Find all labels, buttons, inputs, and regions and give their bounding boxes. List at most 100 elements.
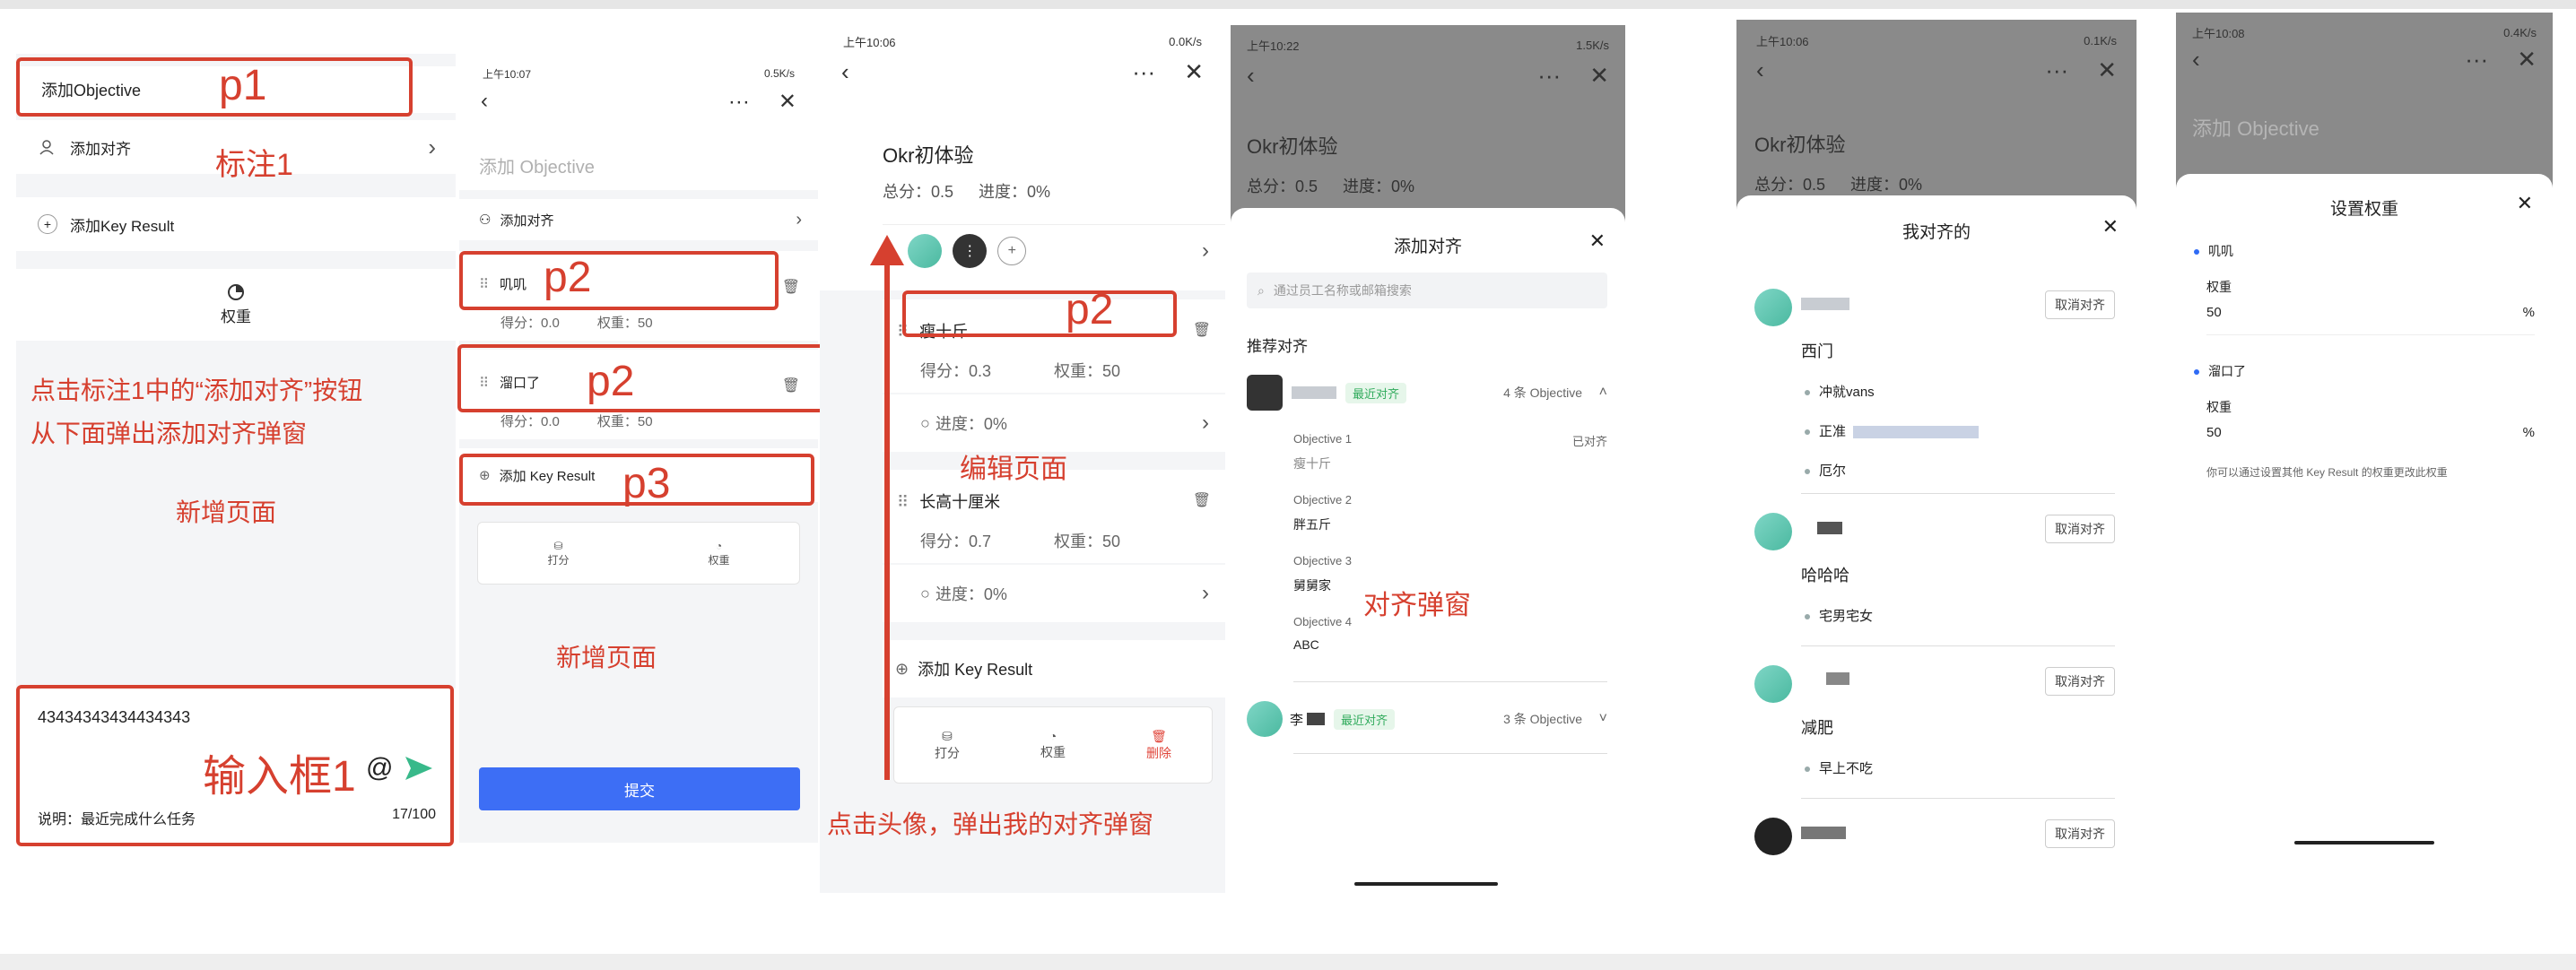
dimmed-background: 上午10:22 1.5K/s ‹ ··· ✕ Okr初体验 总分：0.5 进度：0% xyxy=(1231,25,1625,231)
weight-value[interactable]: 50 xyxy=(2206,425,2222,440)
kr2-weight-input[interactable]: 50 % xyxy=(2206,425,2535,455)
plus-circle-icon: + xyxy=(38,214,57,234)
more-avatar-icon[interactable]: ⋮ xyxy=(953,233,988,268)
progress: 进度：0% xyxy=(1343,178,1415,195)
more-icon[interactable]: ··· xyxy=(1132,58,1155,85)
close-icon[interactable]: ✕ xyxy=(2517,46,2537,73)
status-bar: 上午10:22 1.5K/s xyxy=(1231,25,1625,53)
aligned-avatar[interactable] xyxy=(908,233,943,268)
chevron-down-icon[interactable]: ˅ xyxy=(1599,711,1607,727)
close-icon[interactable]: ✕ xyxy=(2102,215,2119,238)
progress-circle-icon: ○ xyxy=(920,584,930,602)
kr2-progress-row[interactable]: ○ 进度：0% › xyxy=(883,565,1225,622)
user-row-2[interactable]: 李 最近对齐 3 条 Objective ˅ xyxy=(1247,699,1607,739)
weight-label[interactable]: 权重 xyxy=(221,304,251,326)
objective-title-placeholder[interactable]: 添加 Objective xyxy=(479,152,595,178)
progress-circle-icon: ○ xyxy=(920,413,930,432)
close-icon[interactable]: ✕ xyxy=(1589,230,1606,253)
close-icon[interactable]: ✕ xyxy=(1184,58,1204,85)
chevron-right-icon: › xyxy=(1202,411,1209,435)
weight-tool-label[interactable]: 权重 xyxy=(1040,745,1066,759)
weight-value[interactable]: 50 xyxy=(2206,305,2222,320)
delete-icon[interactable]: 🗑 xyxy=(1146,729,1171,744)
close-icon[interactable]: ✕ xyxy=(2517,192,2533,215)
recent-tag: 最近对齐 xyxy=(1334,708,1396,730)
cancel-align-button[interactable]: 取消对齐 xyxy=(2045,819,2115,848)
annotation-box-p1 xyxy=(16,57,413,117)
weight-icon[interactable]: ◔ xyxy=(708,540,729,552)
objective-item[interactable]: Objective 2 胖五斤 xyxy=(1293,493,1607,554)
trash-icon[interactable]: 🗑 xyxy=(782,278,800,296)
avatar xyxy=(1247,375,1283,411)
status-net: 0.1K/s xyxy=(2084,33,2117,48)
objective-title: Okr初体验 xyxy=(883,144,974,167)
add-kr-row[interactable]: ⊕ 添加 Key Result xyxy=(883,640,1225,697)
delete-tool-label[interactable]: 删除 xyxy=(1146,746,1171,760)
kr1-progress-row[interactable]: ○ 进度：0% › xyxy=(883,394,1225,452)
close-icon[interactable]: ✕ xyxy=(2097,56,2117,83)
cancel-align-button[interactable]: 取消对齐 xyxy=(2045,515,2115,543)
chevron-up-icon[interactable]: ˄ xyxy=(1599,385,1607,401)
back-icon[interactable]: ‹ xyxy=(1247,62,1255,90)
kr2-name: 长高十厘米 xyxy=(919,493,1001,511)
objective-item[interactable]: Objective 1 瘦十斤 已对齐 xyxy=(1293,432,1607,493)
objective-title: Okr初体验 xyxy=(1754,134,1846,156)
more-icon[interactable]: ··· xyxy=(728,90,750,114)
progress: 进度：0% xyxy=(979,183,1051,201)
status-net: 0.5K/s xyxy=(763,67,795,80)
objective-title-placeholder: 添加 Objective xyxy=(2192,117,2319,140)
more-icon[interactable]: ··· xyxy=(2045,56,2068,83)
user-row-1[interactable]: 最近对齐 4 条 Objective ˄ xyxy=(1247,373,1607,412)
submit-button[interactable]: 提交 xyxy=(479,767,800,810)
more-icon[interactable]: ··· xyxy=(2465,46,2488,73)
add-align-row[interactable]: ⚇ 添加对齐 › xyxy=(459,199,818,240)
annotation-align-popup: 对齐弹窗 xyxy=(1363,591,1471,620)
status-time: 上午10:07 xyxy=(483,67,532,81)
kr1-progress: 进度：0% xyxy=(935,415,1007,433)
add-kr-row[interactable]: + 添加Key Result xyxy=(16,197,456,251)
score-icon[interactable]: ⛁ xyxy=(935,729,960,744)
back-icon[interactable]: ‹ xyxy=(481,89,488,114)
bottom-border xyxy=(0,954,2576,970)
kr1-name: 叽叽 xyxy=(2194,242,2233,260)
annotation-p3: p3 xyxy=(622,460,671,507)
back-icon[interactable]: ‹ xyxy=(1756,56,1764,84)
back-icon[interactable]: ‹ xyxy=(841,58,849,86)
kr2-weight: 权重：50 xyxy=(596,414,653,429)
status-bar: 上午10:08 0.4K/s xyxy=(2176,13,2553,40)
user-name-blurred xyxy=(1307,713,1326,725)
trash-icon[interactable]: 🗑 xyxy=(1193,321,1211,339)
drag-handle-icon[interactable]: ⠿ xyxy=(897,493,909,511)
score-icon[interactable]: ⛁ xyxy=(547,540,569,552)
recommend-heading: 推荐对齐 xyxy=(1247,338,1308,355)
avatar xyxy=(1754,513,1792,550)
kr2-progress: 进度：0% xyxy=(935,585,1007,603)
score-tool-label[interactable]: 打分 xyxy=(547,554,569,567)
objective-count: 3 条 Objective xyxy=(1503,712,1582,726)
weight-icon[interactable] xyxy=(228,283,244,300)
align-row[interactable]: ⚇ ⋮ + › xyxy=(883,224,1225,276)
cancel-align-button[interactable]: 取消对齐 xyxy=(2045,290,2115,319)
search-input[interactable]: ⌕ 通过员工名称或邮箱搜索 xyxy=(1247,273,1607,308)
weight-tool-label[interactable]: 权重 xyxy=(708,554,729,567)
progress: 进度：0% xyxy=(1850,176,1923,194)
more-icon[interactable]: ··· xyxy=(1537,62,1561,89)
objective-item[interactable]: Objective 4 ABC xyxy=(1293,615,1607,676)
trash-icon[interactable]: 🗑 xyxy=(1193,491,1211,509)
annotation-desc-line2: 从下面弹出添加对齐弹窗 xyxy=(30,420,308,447)
back-icon[interactable]: ‹ xyxy=(2192,46,2200,74)
arrow-line xyxy=(884,260,890,780)
group-item: 冲就vans xyxy=(1805,382,1875,401)
search-icon: ⌕ xyxy=(1258,282,1265,298)
kr1-weight-input[interactable]: 50 % xyxy=(2206,305,2535,335)
weight-icon[interactable]: ◔ xyxy=(1040,729,1066,743)
add-align-icon[interactable]: + xyxy=(997,236,1027,265)
close-icon[interactable]: ✕ xyxy=(1589,62,1609,89)
score-tool-label[interactable]: 打分 xyxy=(935,746,960,760)
user-icon: ⚇ xyxy=(479,212,492,228)
status-net: 0.0K/s xyxy=(1169,34,1202,48)
objective-count: 4 条 Objective xyxy=(1503,385,1582,400)
close-icon[interactable]: ✕ xyxy=(779,90,796,114)
cancel-align-button[interactable]: 取消对齐 xyxy=(2045,667,2115,696)
annotation-box-p2-b xyxy=(457,344,825,412)
